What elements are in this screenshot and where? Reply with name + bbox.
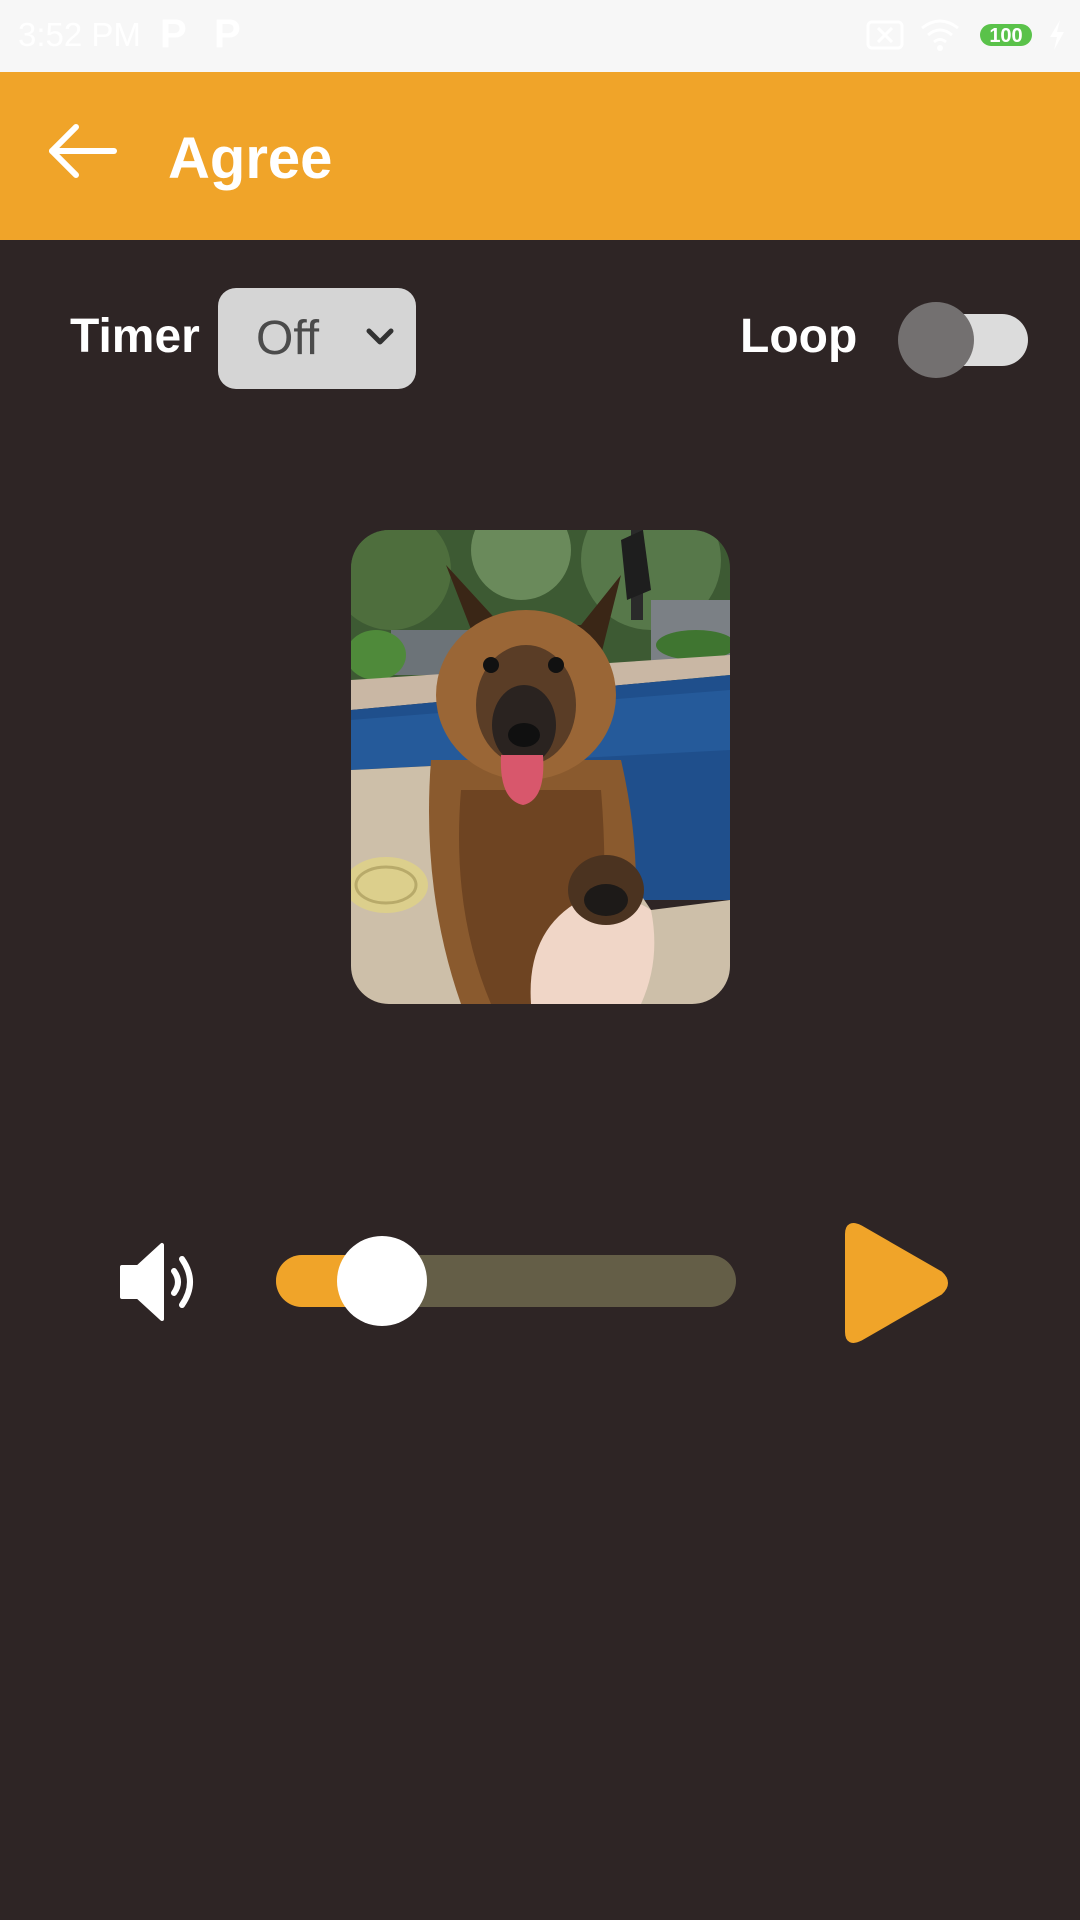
battery-level: 100 xyxy=(989,25,1022,47)
play-icon xyxy=(845,1223,948,1343)
timer-dropdown[interactable]: Off xyxy=(218,288,416,389)
status-bar: 3:52 PM P P 100 xyxy=(0,0,1080,72)
loop-label: Loop xyxy=(740,310,858,363)
battery-icon: 100 xyxy=(980,24,1032,47)
timer-value: Off xyxy=(256,312,320,365)
arrow-left-icon xyxy=(49,124,117,178)
app-bar: Agree xyxy=(0,72,1080,240)
notification-p-icon: P xyxy=(214,12,241,56)
slider-thumb[interactable] xyxy=(337,1236,427,1326)
charging-icon xyxy=(1050,20,1064,50)
wifi-icon xyxy=(921,19,959,51)
no-sim-icon xyxy=(866,20,904,50)
page-title: Agree xyxy=(168,126,333,191)
volume-slider[interactable] xyxy=(276,1236,736,1326)
dog-photo xyxy=(351,530,730,1004)
toggle-thumb xyxy=(898,302,974,378)
play-button[interactable] xyxy=(836,1220,952,1346)
volume-icon[interactable] xyxy=(118,1237,208,1327)
status-time: 3:52 PM xyxy=(18,16,141,53)
notification-p-icon: P xyxy=(160,12,187,56)
screen: 3:52 PM P P 100 Agree Timer Off Loop xyxy=(0,0,1080,1920)
loop-toggle[interactable] xyxy=(898,302,1032,378)
dog-photo-illustration xyxy=(351,530,730,1004)
chevron-down-icon xyxy=(366,328,394,345)
back-button[interactable] xyxy=(42,116,122,186)
timer-label: Timer xyxy=(70,310,200,363)
